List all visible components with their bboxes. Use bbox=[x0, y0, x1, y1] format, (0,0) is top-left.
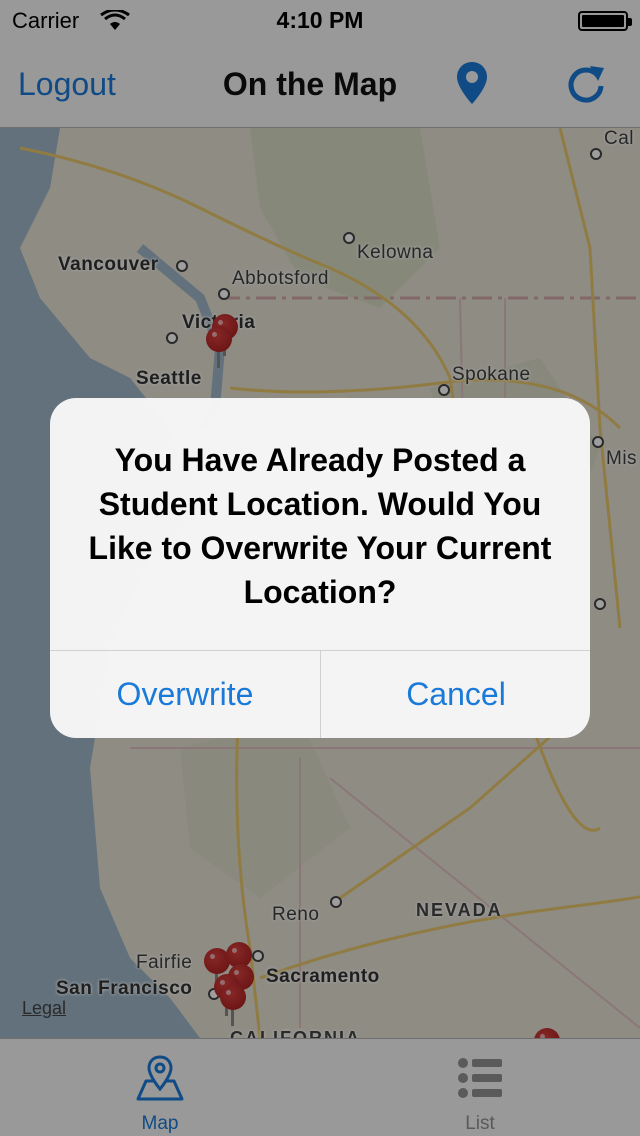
overwrite-button[interactable]: Overwrite bbox=[50, 650, 320, 738]
cancel-button[interactable]: Cancel bbox=[321, 650, 590, 738]
alert-title: You Have Already Posted a Student Locati… bbox=[88, 442, 552, 610]
overwrite-alert-dialog: You Have Already Posted a Student Locati… bbox=[50, 398, 590, 738]
